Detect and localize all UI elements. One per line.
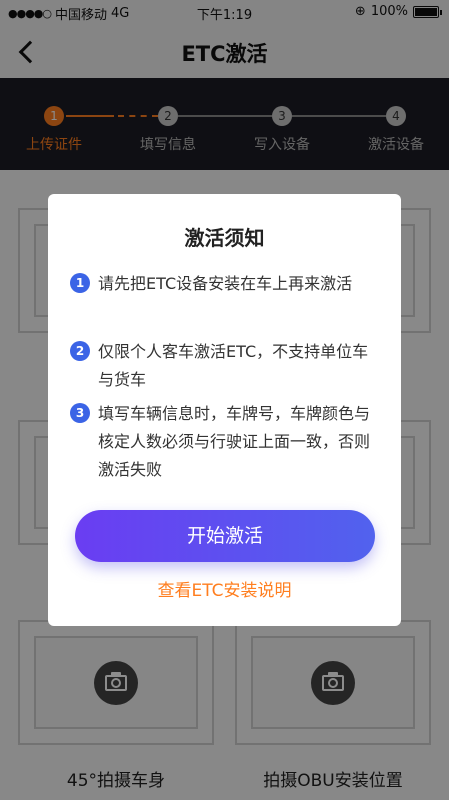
start-activation-button[interactable]: 开始激活 [75,510,375,562]
activation-notice-dialog: 激活须知 1 请先把ETC设备安装在车上再来激活 2 仅限个人客车激活ETC，不… [48,194,401,626]
notice-number-badge: 1 [70,273,90,293]
notice-item: 3 填写车辆信息时，车牌号，车牌颜色与核定人数必须与行驶证上面一致，否则激活失败 [70,400,375,484]
notice-number-badge: 3 [70,403,90,423]
notice-item: 1 请先把ETC设备安装在车上再来激活 [70,270,375,298]
notice-text: 请先把ETC设备安装在车上再来激活 [98,274,353,293]
notice-text: 填写车辆信息时，车牌号，车牌颜色与核定人数必须与行驶证上面一致，否则激活失败 [98,404,371,479]
notice-item: 2 仅限个人客车激活ETC，不支持单位车与货车 [70,338,375,394]
dialog-title: 激活须知 [184,226,265,250]
notice-text: 仅限个人客车激活ETC，不支持单位车与货车 [98,342,369,389]
notice-number-badge: 2 [70,341,90,361]
etc-install-guide-link[interactable]: 查看ETC安装说明 [48,576,401,601]
